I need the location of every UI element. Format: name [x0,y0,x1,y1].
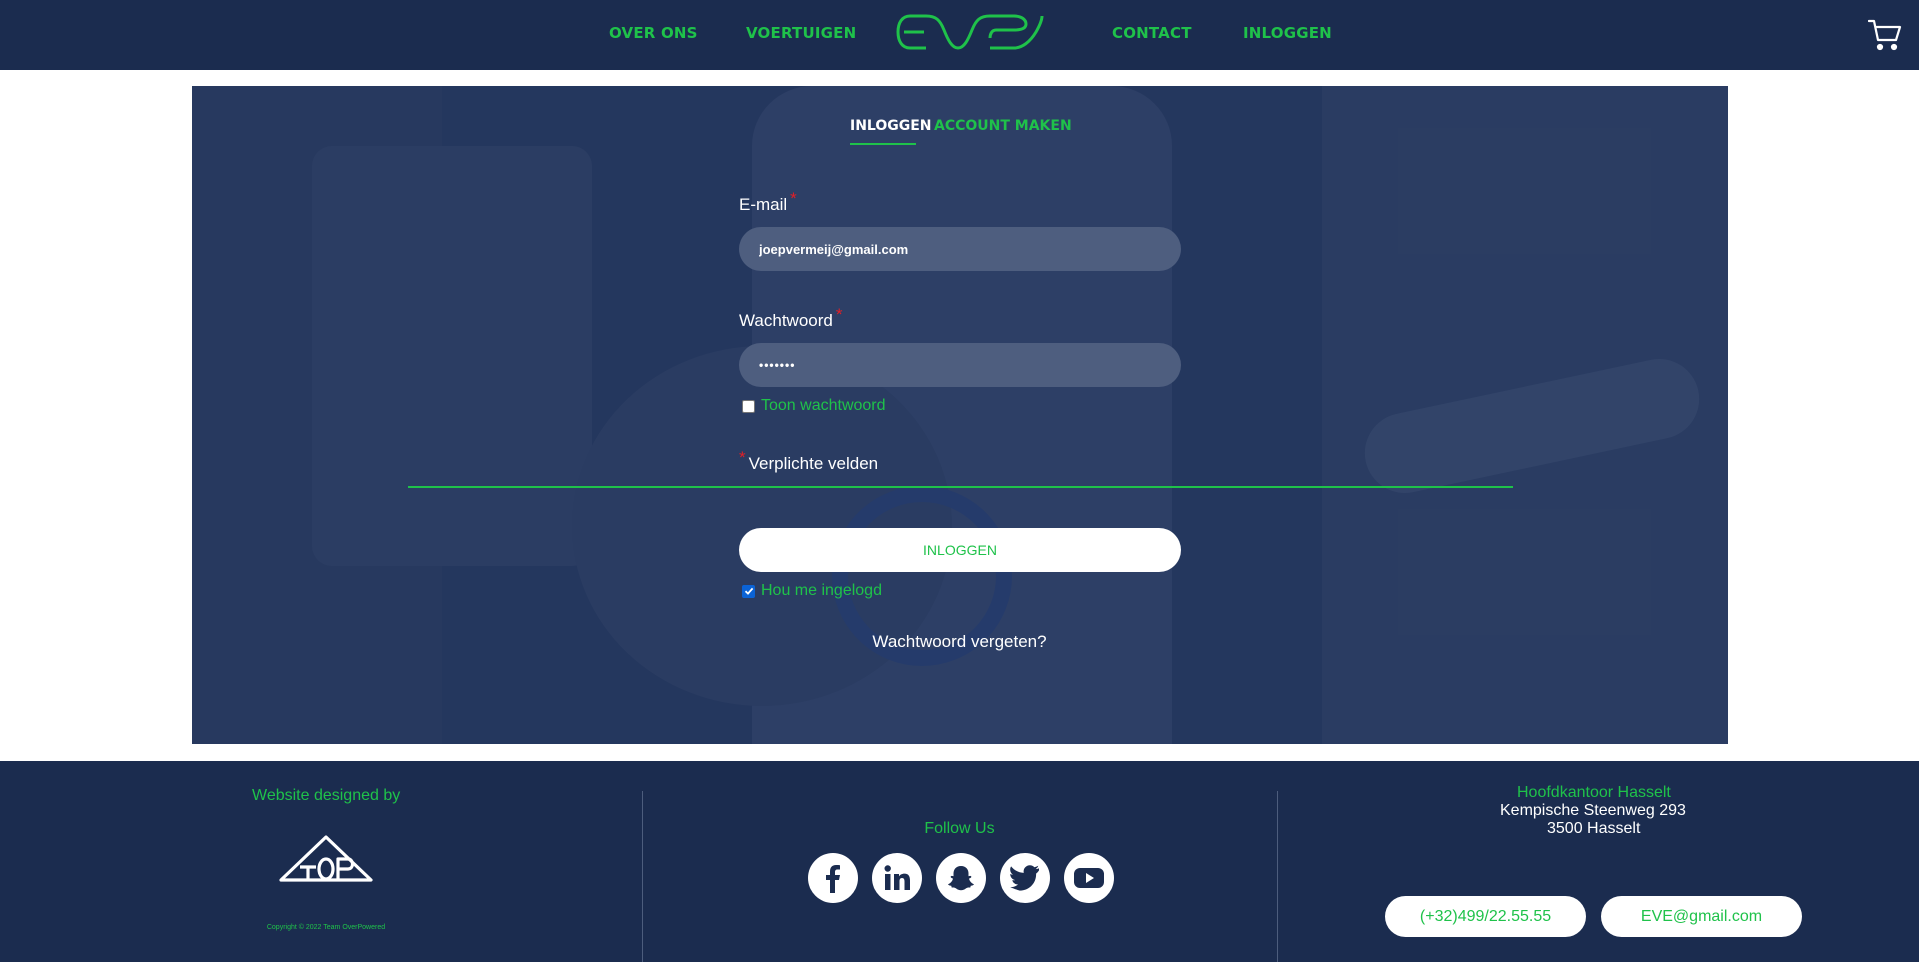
footer-divider-left [642,791,643,962]
form-divider [408,486,1513,488]
required-marker: * [835,305,843,324]
remember-me-toggle[interactable]: Hou me ingelogd [742,582,882,600]
tab-account-maken[interactable]: ACCOUNT MAKEN [934,118,1072,134]
youtube-icon[interactable] [1064,853,1114,903]
nav-inloggen[interactable]: INLOGGEN [1243,24,1332,42]
shopping-cart-icon[interactable] [1868,18,1902,52]
facebook-icon[interactable] [808,853,858,903]
eve-logo[interactable] [896,10,1044,54]
remember-me-checkbox[interactable] [742,584,755,598]
address-line-1: Kempische Steenweg 293 [1500,802,1686,819]
active-tab-underline [850,143,916,145]
forgot-password-link[interactable]: Wachtwoord vergeten? [0,632,1919,652]
linkedin-icon[interactable] [872,853,922,903]
nav-over-ons[interactable]: OVER ONS [609,24,698,42]
email-button[interactable]: EVE@gmail.com [1601,896,1802,937]
copyright-text: Copyright © 2022 Team OverPowered [266,924,386,931]
checkmark-icon [744,587,753,595]
login-button[interactable]: INLOGGEN [739,528,1181,572]
required-fields-note: * Verplichte velden [739,448,879,474]
snapchat-icon[interactable] [936,853,986,903]
password-label: Wachtwoord * [739,305,842,331]
required-marker: * [739,448,746,467]
password-field[interactable] [739,343,1181,387]
show-password-checkbox[interactable] [742,399,755,413]
twitter-icon[interactable] [1000,853,1050,903]
team-overpowered-logo[interactable] [278,833,374,883]
email-label-text: E-mail [739,195,788,214]
required-marker: * [790,189,797,208]
office-title: Hoofdkantoor Hasselt [1517,784,1671,801]
tab-inloggen[interactable]: INLOGGEN [850,118,932,134]
nav-contact[interactable]: CONTACT [1112,24,1192,42]
phone-button[interactable]: (+32)499/22.55.55 [1385,896,1586,937]
show-password-label[interactable]: Toon wachtwoord [761,397,886,415]
show-password-toggle[interactable]: Toon wachtwoord [742,397,886,415]
nav-voertuigen[interactable]: VOERTUIGEN [746,24,856,42]
address-line-2: 3500 Hasselt [1547,820,1641,837]
required-fields-text: Verplichte velden [748,454,879,473]
site-header: OVER ONS VOERTUIGEN CONTACT INLOGGEN [0,0,1919,70]
remember-me-label[interactable]: Hou me ingelogd [761,582,882,600]
footer-divider-right [1277,791,1278,962]
designed-by-text: Website designed by [252,787,401,804]
email-label: E-mail * [739,189,797,215]
email-field[interactable] [739,227,1181,271]
password-label-text: Wachtwoord [739,311,833,330]
